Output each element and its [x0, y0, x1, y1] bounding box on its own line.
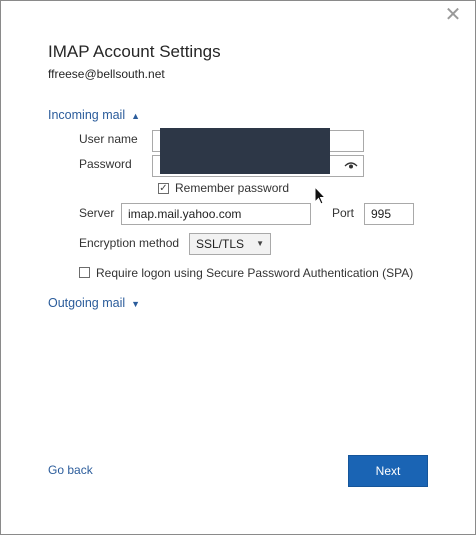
port-label: Port: [332, 206, 355, 220]
server-field[interactable]: imap.mail.yahoo.com: [121, 203, 311, 225]
username-label: User name: [79, 132, 138, 146]
remember-password-label: Remember password: [175, 181, 290, 195]
spa-checkbox[interactable]: [79, 267, 90, 278]
encryption-select[interactable]: SSL/TLS ▼: [189, 233, 271, 255]
port-field[interactable]: 995: [364, 203, 414, 225]
close-icon[interactable]: ✕: [444, 5, 462, 25]
outgoing-mail-label: Outgoing mail: [48, 296, 126, 310]
chevron-down-icon: ▼: [131, 299, 141, 309]
next-button[interactable]: Next: [348, 455, 428, 487]
chevron-up-icon: ▲: [131, 111, 141, 121]
encryption-value: SSL/TLS: [196, 237, 245, 251]
encryption-label: Encryption method: [79, 236, 180, 250]
password-label: Password: [79, 157, 132, 171]
spa-label: Require logon using Secure Password Auth…: [96, 266, 414, 280]
incoming-mail-toggle[interactable]: Incoming mail ▲: [48, 108, 140, 122]
redaction-block: [160, 128, 330, 174]
next-button-label: Next: [375, 464, 401, 478]
chevron-down-icon: ▼: [256, 239, 264, 248]
account-email: ffreese@bellsouth.net: [48, 67, 165, 81]
incoming-mail-label: Incoming mail: [48, 108, 126, 122]
go-back-link[interactable]: Go back: [48, 463, 93, 477]
outgoing-mail-toggle[interactable]: Outgoing mail ▼: [48, 296, 140, 310]
dialog-title: IMAP Account Settings: [48, 42, 221, 61]
show-password-eye-icon[interactable]: [340, 156, 362, 176]
server-label: Server: [79, 206, 115, 220]
remember-password-checkbox[interactable]: ✓: [158, 183, 169, 194]
mouse-pointer-icon: [314, 185, 328, 206]
